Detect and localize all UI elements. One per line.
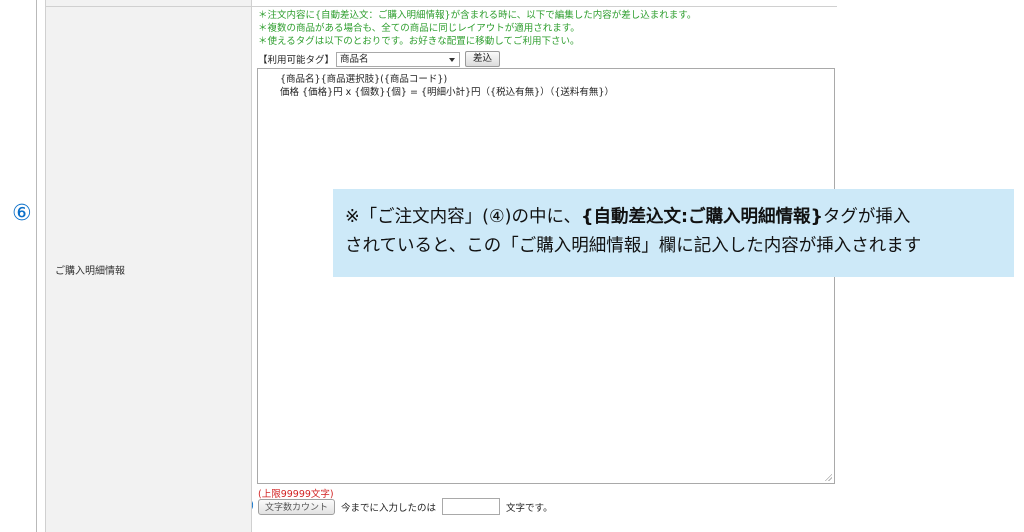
tag-select[interactable]: 商品名 xyxy=(336,51,461,67)
help-note: ＊使えるタグは以下のとおりです。お好きな配置に移動してご利用下さい。 xyxy=(258,36,580,47)
marker-six: ⑥ xyxy=(12,201,32,226)
left-guide-line xyxy=(36,0,37,532)
character-count-input[interactable] xyxy=(442,498,501,515)
help-note: ＊注文内容に{自動差込文：ご購入明細情報}が含まれる時に、以下で編集した内容が差… xyxy=(258,10,697,21)
resize-grip-icon[interactable] xyxy=(824,473,832,481)
tag-selector-label: 【利用可能タグ】 xyxy=(258,55,335,66)
insert-tag-button[interactable]: 差込 xyxy=(465,51,501,67)
textarea-line: 価格 {価格}円 x {個数}{個} = {明細小計}円（{税込有無}）（{送料… xyxy=(280,87,614,98)
callout-line-1: ※「ご注文内容」(④)の中に、{自動差込文:ご購入明細情報}タグが挿入 xyxy=(345,203,1014,232)
chevron-down-icon xyxy=(449,57,456,62)
field-label: ご購入明細情報 xyxy=(55,266,125,277)
character-count-prefix: 今までに入力したのは xyxy=(341,502,437,514)
help-notes: ＊注文内容に{自動差込文：ご購入明細情報}が含まれる時に、以下で編集した内容が差… xyxy=(258,9,696,48)
callout-line-1-suffix: タグが挿入 xyxy=(822,207,911,227)
tag-select-value: 商品名 xyxy=(340,53,369,65)
character-count-row: 文字数カウント 今までに入力したのは 文字です。 xyxy=(258,497,553,516)
textarea-line: {商品名}{商品選択肢}({商品コード}) xyxy=(280,74,448,85)
page: ⑥ ⑦ ご購入明細情報 ＊注文内容に{自動差込文：ご購入明細情報}が含まれる時に… xyxy=(0,0,1024,532)
tag-selector-row: 【利用可能タグ】 商品名 差込 xyxy=(258,51,501,67)
callout-line-1-prefix: ※「ご注文内容」(④)の中に、 xyxy=(345,207,581,227)
callout-tag-name: {自動差込文:ご購入明細情報} xyxy=(580,207,823,227)
explanation-callout: ※「ご注文内容」(④)の中に、{自動差込文:ご購入明細情報}タグが挿入 されてい… xyxy=(333,189,1014,277)
character-count-suffix: 文字です。 xyxy=(506,502,553,514)
help-note: ＊複数の商品がある場合も、全ての商品に同じレイアウトが適用されます。 xyxy=(258,23,580,34)
character-count-button[interactable]: 文字数カウント xyxy=(258,498,336,515)
table-top-border xyxy=(45,6,837,7)
callout-line-2: されていると、この「ご購入明細情報」欄に記入した内容が挿入されます xyxy=(345,236,922,256)
